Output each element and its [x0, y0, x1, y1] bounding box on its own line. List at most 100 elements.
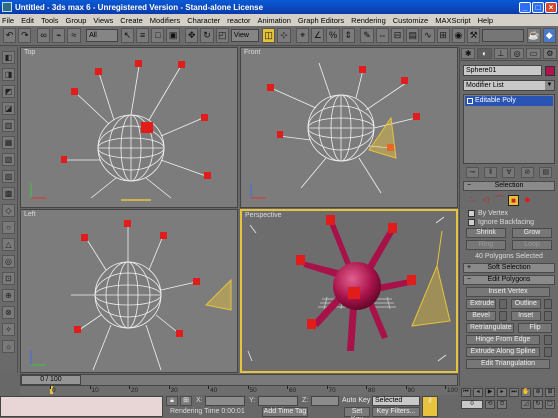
by-vertex-checkbox[interactable]: By Vertex [468, 210, 550, 217]
manipulate-icon[interactable]: ⊹ [277, 28, 291, 43]
tool-icon-6[interactable]: ▦ [2, 136, 15, 149]
percent-snap-icon[interactable]: % [326, 28, 340, 43]
checkbox-box[interactable] [468, 210, 475, 217]
go-to-start-icon[interactable]: ⏮ [461, 388, 471, 397]
field-of-view-icon[interactable]: ◿ [521, 400, 531, 409]
x-coordinate-field[interactable] [205, 396, 245, 406]
menu-rendering[interactable]: Rendering [351, 16, 386, 25]
tool-icon-13[interactable]: ◎ [2, 255, 15, 268]
tool-icon-10[interactable]: ◇ [2, 204, 15, 217]
time-configuration-icon[interactable]: ⏱ [497, 400, 507, 409]
arc-rotate-icon[interactable]: ↻ [533, 400, 543, 409]
unlink-icon[interactable]: ⌁ [52, 28, 66, 43]
select-by-name-icon[interactable]: ≡ [135, 28, 150, 43]
vertex-level-icon[interactable]: ∴ [466, 195, 477, 206]
viewport-label-front[interactable]: Front [244, 49, 260, 56]
pin-stack-icon[interactable]: ⊸ [465, 167, 479, 178]
tool-icon-16[interactable]: ⊗ [2, 306, 15, 319]
tool-icon-17[interactable]: ✧ [2, 323, 15, 336]
display-tab-icon[interactable]: ▭ [526, 48, 541, 59]
tool-icon-3[interactable]: ◩ [2, 85, 15, 98]
previous-frame-icon[interactable]: ◂ [473, 388, 483, 397]
tool-icon-14[interactable]: ⊡ [2, 272, 15, 285]
track-bar[interactable]: 0 10 20 30 40 50 60 70 80 90 100 [20, 386, 458, 395]
time-slider[interactable]: 0 / 100 [21, 375, 81, 385]
polygon-level-icon[interactable]: ■ [508, 195, 519, 206]
angle-snap-icon[interactable]: ∠ [311, 28, 325, 43]
viewport-left[interactable]: Left [20, 209, 238, 373]
checkbox-box[interactable] [468, 219, 475, 226]
auto-key-button[interactable]: Auto Key [342, 396, 372, 407]
selection-rollout-header[interactable]: − Selection [463, 181, 555, 191]
viewport-front[interactable]: Front [240, 47, 458, 208]
tool-icon-12[interactable]: △ [2, 238, 15, 251]
flip-button[interactable]: Flip [518, 323, 552, 333]
maximize-button[interactable]: □ [532, 1, 544, 13]
rectangular-selection-icon[interactable]: □ [151, 28, 165, 43]
menu-group[interactable]: Group [66, 16, 87, 25]
set-key-button[interactable]: Set Key [344, 407, 370, 418]
current-frame-field[interactable]: 0 [461, 400, 483, 409]
hinge-from-edge-button[interactable]: Hinge From Edge [466, 335, 540, 345]
tool-icon-2[interactable]: ◨ [2, 68, 15, 81]
align-icon[interactable]: ⊟ [390, 28, 405, 43]
modifier-list-dropdown[interactable]: Modifier List ▼ [463, 80, 555, 91]
viewport-label-left[interactable]: Left [24, 211, 36, 218]
selection-filter-select[interactable]: All [86, 29, 118, 42]
pivot-center-icon[interactable]: ◫ [262, 28, 276, 43]
show-end-result-icon[interactable]: ‖ [484, 167, 498, 178]
maxscript-listener-field[interactable] [0, 396, 163, 417]
shrink-button[interactable]: Shrink [466, 228, 506, 238]
schematic-view-icon[interactable]: ⊞ [436, 28, 450, 43]
window-crossing-icon[interactable]: ▣ [166, 28, 180, 43]
grow-button[interactable]: Grow [512, 228, 552, 238]
reference-coordinate-select[interactable]: View [230, 29, 260, 42]
modify-tab-icon[interactable]: ◐ [477, 48, 492, 59]
menu-tools[interactable]: Tools [41, 16, 59, 25]
ring-button[interactable]: Ring [466, 240, 506, 250]
material-editor-icon[interactable]: ◉ [451, 28, 466, 43]
named-selection-icon[interactable]: ✎ [360, 28, 374, 43]
extrude-along-spline-button[interactable]: Extrude Along Spline [466, 347, 540, 357]
select-object-icon[interactable]: ↖ [120, 28, 134, 43]
object-color-swatch[interactable] [545, 65, 555, 76]
remove-modifier-icon[interactable]: ⊘ [520, 167, 534, 178]
expand-box-icon[interactable] [467, 98, 473, 104]
menu-help[interactable]: Help [478, 16, 493, 25]
tool-icon-4[interactable]: ◪ [2, 102, 15, 115]
snap-toggle-icon[interactable]: ⌖ [295, 28, 310, 43]
spinner-snap-icon[interactable]: ⇕ [341, 28, 355, 43]
absolute-mode-icon[interactable]: ⊞ [180, 396, 192, 406]
menu-file[interactable]: File [2, 16, 14, 25]
menu-reactor[interactable]: reactor [227, 16, 250, 25]
tool-icon-9[interactable]: ▩ [2, 187, 15, 200]
utilities-tab-icon[interactable]: ⚙ [542, 48, 557, 59]
pan-icon[interactable]: ✋ [521, 388, 531, 397]
viewport-top[interactable]: Top [20, 47, 238, 208]
ignore-backfacing-checkbox[interactable]: Ignore Backfacing [468, 219, 550, 226]
extrude-button[interactable]: Extrude [466, 299, 496, 309]
tool-icon-1[interactable]: ◧ [2, 51, 15, 64]
edit-triangulation-button[interactable]: Edit Triangulation [466, 359, 550, 369]
viewport-label-top[interactable]: Top [24, 49, 35, 56]
close-button[interactable]: × [545, 1, 557, 13]
next-frame-icon[interactable]: ▸ [497, 388, 507, 397]
menu-graph-editors[interactable]: Graph Editors [298, 16, 344, 25]
border-level-icon[interactable]: ⌒ [494, 195, 505, 206]
add-time-tag-button[interactable]: Add Time Tag [262, 407, 308, 417]
mirror-icon[interactable]: ⇔ [375, 28, 389, 43]
zoom-icon[interactable]: ⊕ [533, 388, 543, 397]
active-shade-icon[interactable]: ◆ [542, 28, 556, 43]
key-mode-toggle-icon[interactable]: ⟲ [485, 400, 495, 409]
layer-manager-icon[interactable]: ▤ [406, 28, 420, 43]
edge-level-icon[interactable]: ◁ [480, 195, 491, 206]
bind-space-warp-icon[interactable]: ≈ [67, 28, 81, 43]
extrude-settings-button[interactable] [499, 299, 508, 309]
move-icon[interactable]: ✥ [185, 28, 199, 43]
key-mode-select[interactable]: Selected [372, 396, 420, 406]
outline-button[interactable]: Outline [510, 299, 541, 309]
insert-vertex-button[interactable]: Insert Vertex [466, 287, 550, 297]
tool-icon-8[interactable]: ▨ [2, 170, 15, 183]
zoom-all-icon[interactable]: ⊞ [545, 388, 555, 397]
quick-render-icon[interactable]: ☕ [527, 28, 541, 43]
